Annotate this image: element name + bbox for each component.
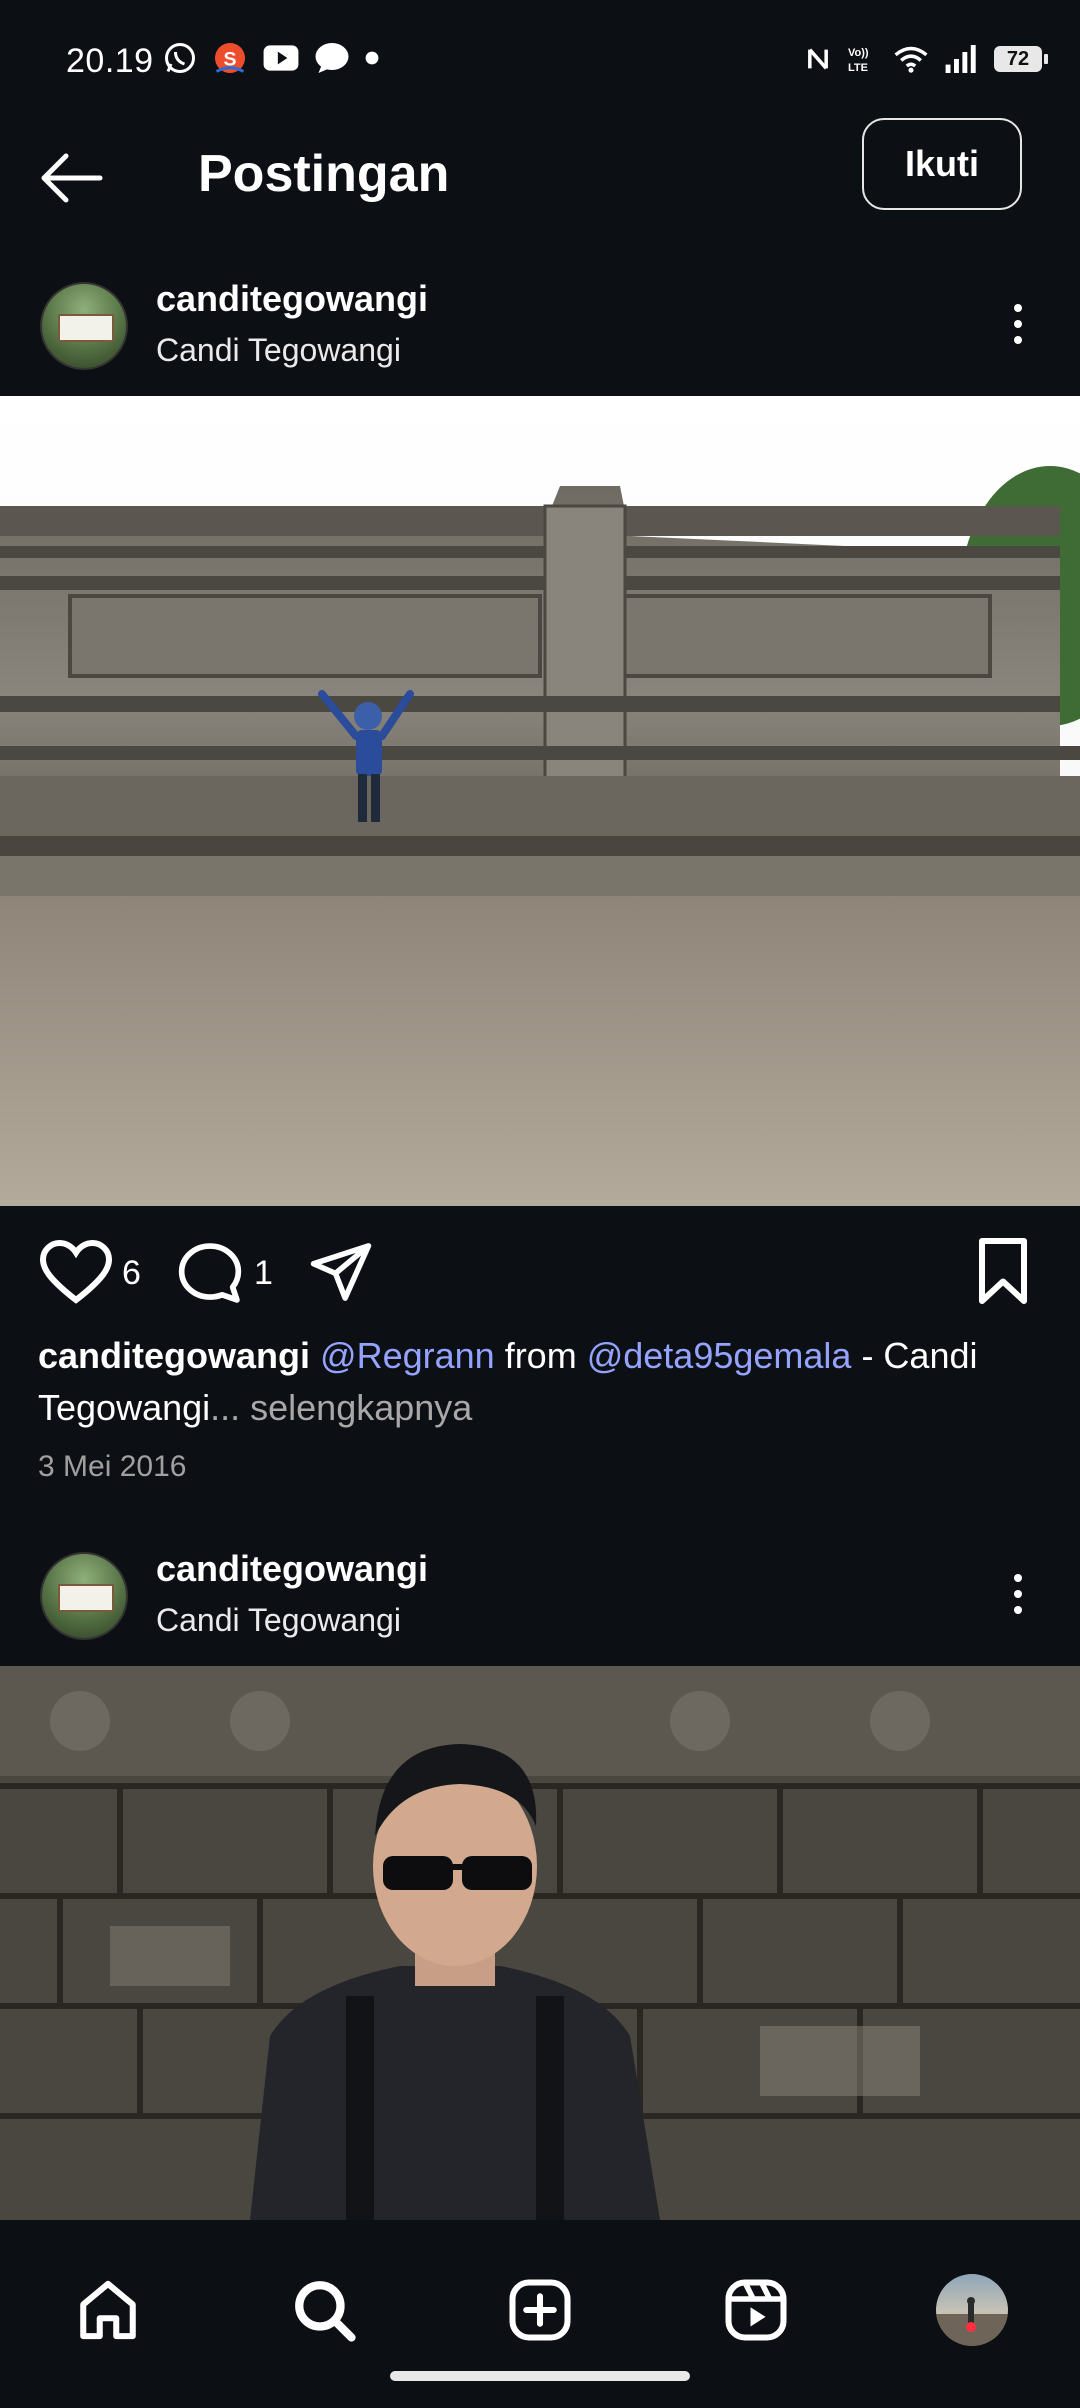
share-button[interactable] [308, 1240, 374, 1309]
portrait-photo [0, 1666, 1080, 2220]
svg-text:LTE: LTE [848, 62, 868, 74]
back-button[interactable] [36, 148, 116, 208]
dot-icon [1014, 336, 1022, 344]
like-action[interactable]: 6 [40, 1240, 141, 1306]
page-title: Postingan [198, 145, 450, 203]
more-options-button[interactable] [998, 294, 1038, 354]
signal-icon [945, 45, 976, 73]
dot-icon [1014, 304, 1022, 312]
nav-profile[interactable] [932, 2270, 1012, 2350]
post-location[interactable]: Candi Tegowangi [156, 1602, 401, 1639]
post-image[interactable] [0, 1666, 1080, 2220]
temple-photo [0, 396, 1080, 1206]
dot-icon [1014, 1574, 1022, 1582]
dot-icon [365, 51, 379, 65]
post-avatar[interactable] [40, 1552, 128, 1640]
create-icon [509, 2279, 571, 2341]
caption-username[interactable]: canditegowangi [38, 1335, 310, 1376]
status-system-icons: Vo)) LTE 72 [806, 44, 1048, 74]
post-location[interactable]: Candi Tegowangi [156, 332, 401, 369]
post-caption: canditegowangi @Regrann from @deta95gema… [38, 1330, 1038, 1434]
send-icon [310, 1243, 372, 1301]
nav-search[interactable] [284, 2270, 364, 2350]
wifi-icon [894, 46, 928, 73]
nav-reels[interactable] [716, 2270, 796, 2350]
follow-button[interactable]: Ikuti [862, 118, 1022, 210]
status-notification-icons: S [162, 40, 380, 76]
profile-avatar [936, 2274, 1008, 2346]
heart-icon [40, 1240, 112, 1304]
see-more-link[interactable]: ... selengkapnya [210, 1387, 472, 1428]
profile-photo [936, 2297, 1008, 2346]
post-image[interactable] [0, 396, 1080, 1206]
avatar-sign-graphic [58, 1584, 114, 1612]
dot-icon [1014, 1606, 1022, 1614]
dot-icon [1014, 320, 1022, 328]
nav-home[interactable] [68, 2270, 148, 2350]
home-indicator[interactable] [390, 2371, 690, 2381]
dot-icon [1014, 1590, 1022, 1598]
comment-count[interactable]: 1 [254, 1254, 273, 1293]
nfc-icon [808, 48, 828, 70]
bookmark-icon [979, 1238, 1027, 1304]
comment-action[interactable]: 1 [176, 1240, 273, 1306]
caption-mention[interactable]: @Regrann [320, 1335, 495, 1376]
message-icon [315, 43, 349, 73]
save-button[interactable] [972, 1238, 1034, 1309]
volte-icon: Vo)) LTE [848, 47, 869, 74]
home-icon [80, 2280, 136, 2340]
arrow-left-icon [41, 153, 103, 203]
search-icon [295, 2281, 356, 2342]
comment-icon [178, 1243, 242, 1303]
notification-dot [966, 2322, 976, 2332]
youtube-icon [263, 45, 299, 71]
svg-text:Vo)): Vo)) [848, 47, 869, 59]
whatsapp-icon [165, 43, 195, 73]
reels-icon [725, 2279, 787, 2341]
status-time: 20.19 [66, 42, 154, 80]
post-date: 3 Mei 2016 [38, 1450, 187, 1483]
nav-create[interactable] [500, 2270, 580, 2350]
avatar-sign-graphic [58, 314, 114, 342]
shopee-icon: S [215, 43, 245, 73]
post-avatar[interactable] [40, 282, 128, 370]
battery-icon: 72 [994, 46, 1048, 72]
caption-mention[interactable]: @deta95gemala [587, 1335, 852, 1376]
like-count[interactable]: 6 [122, 1254, 141, 1293]
post-username[interactable]: canditegowangi [156, 278, 428, 320]
post-username[interactable]: canditegowangi [156, 1548, 428, 1590]
more-options-button[interactable] [998, 1564, 1038, 1624]
caption-text: from [494, 1335, 587, 1376]
